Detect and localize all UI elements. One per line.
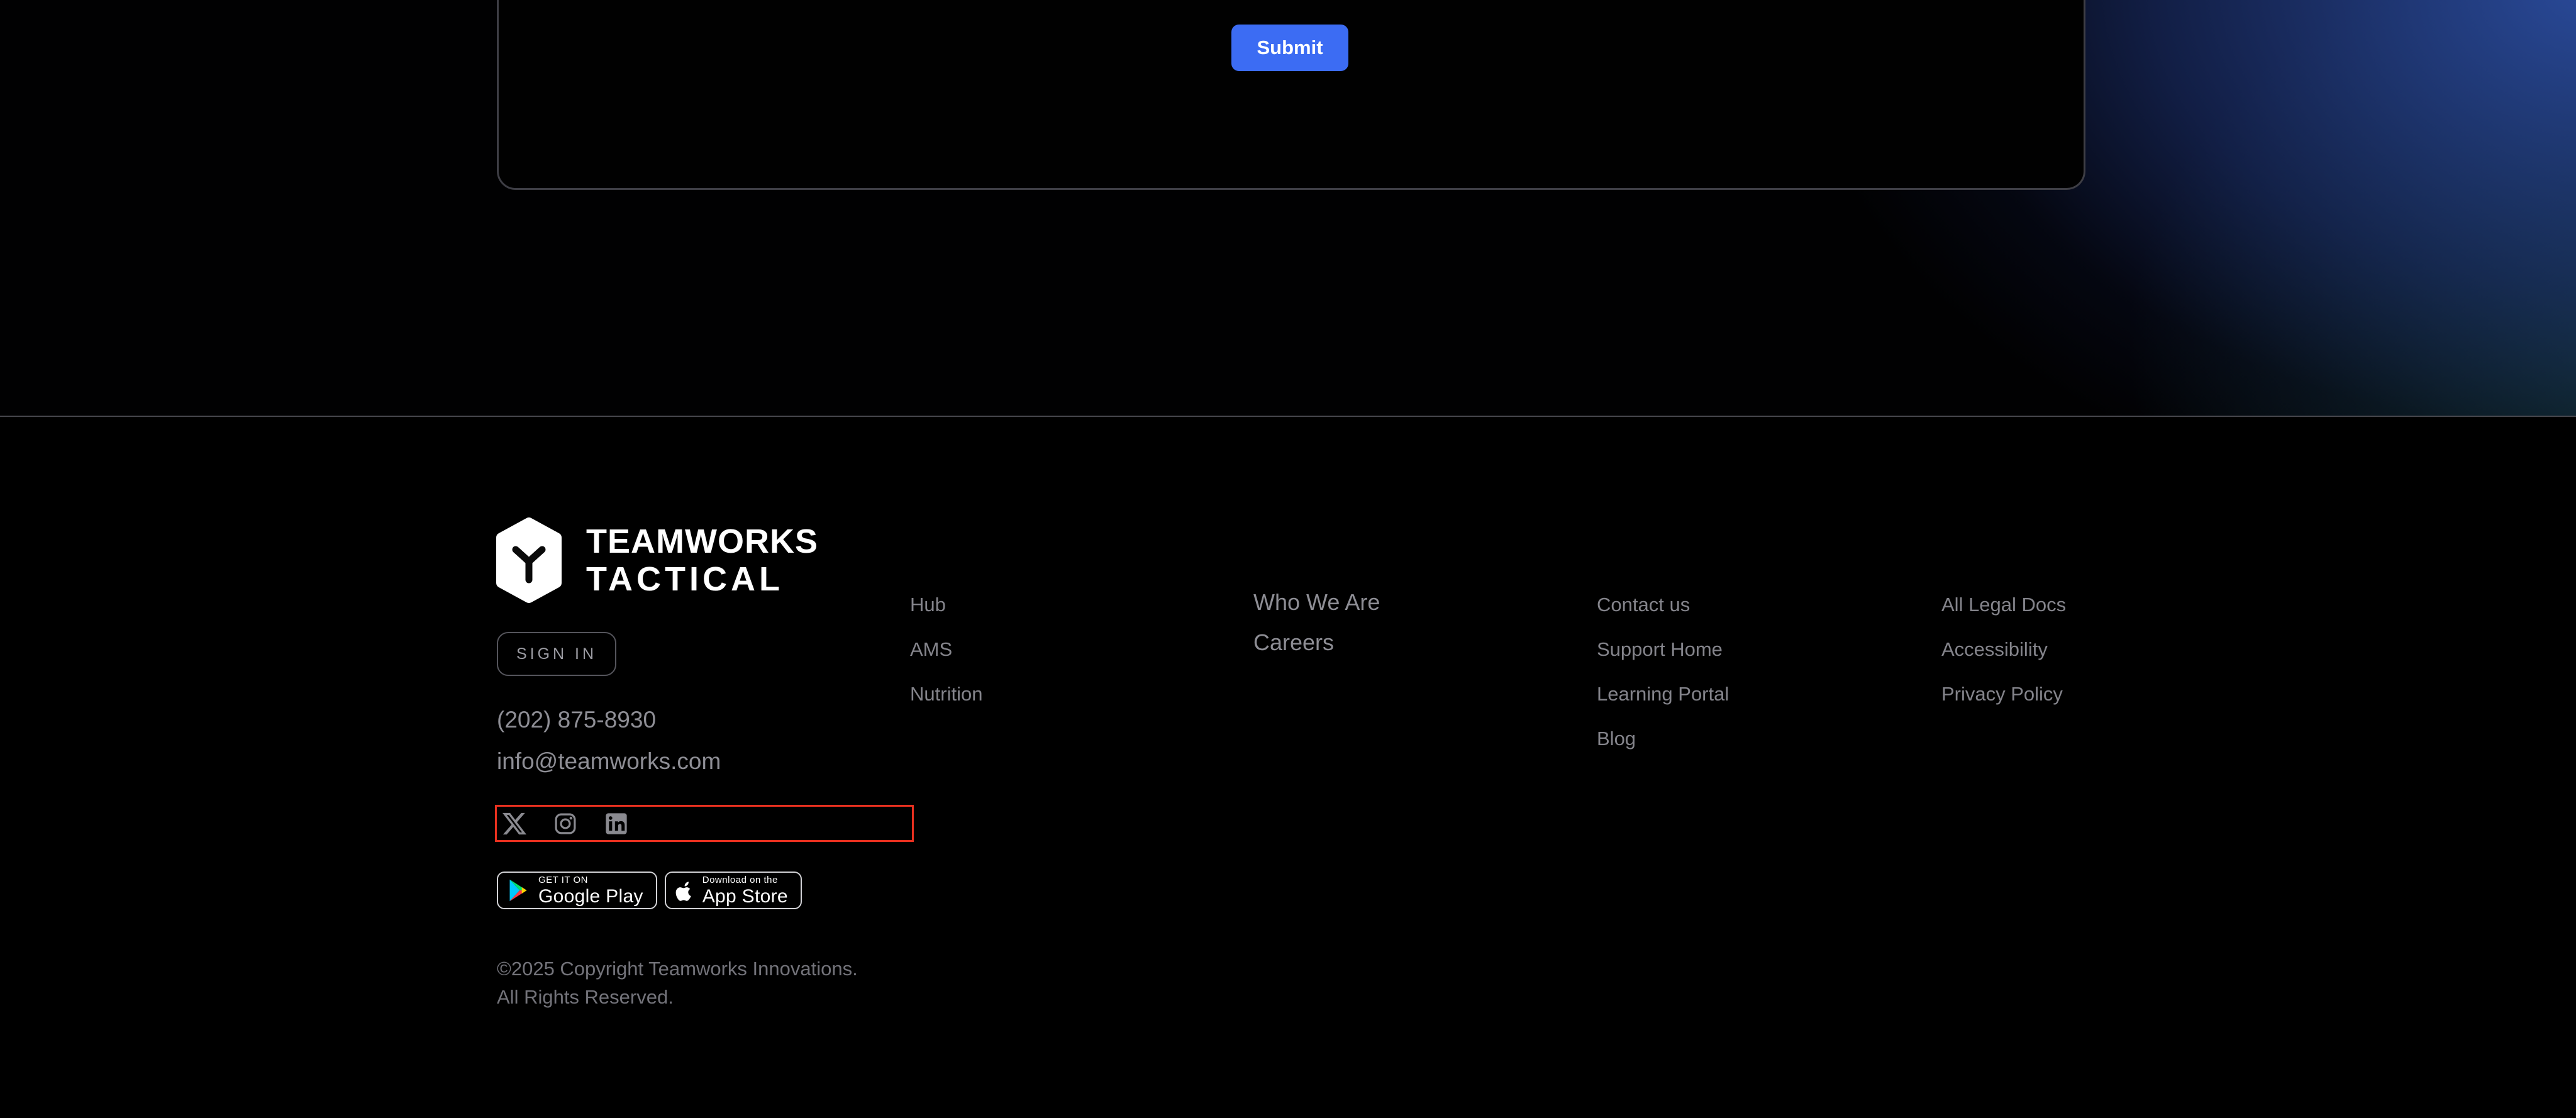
instagram-icon[interactable] <box>553 812 577 836</box>
footer-link-accessibility[interactable]: Accessibility <box>1941 639 2066 659</box>
footer-nav-company: Who We Are Careers <box>1253 590 1380 671</box>
email-link[interactable]: info@teamworks.com <box>497 749 721 774</box>
footer-link-all-legal-docs[interactable]: All Legal Docs <box>1941 595 2066 614</box>
app-store-badge[interactable]: Download on the App Store <box>664 872 802 909</box>
footer-link-who-we-are[interactable]: Who We Are <box>1253 590 1380 614</box>
copyright-line2: All Rights Reserved. <box>497 986 674 1008</box>
app-store-store-name: App Store <box>702 885 788 907</box>
footer-link-nutrition[interactable]: Nutrition <box>910 684 982 704</box>
teamworks-hexagon-icon <box>496 517 562 603</box>
google-play-badge-text: GET IT ON Google Play <box>538 875 643 906</box>
app-store-tagline: Download on the <box>702 874 778 885</box>
footer-link-learning-portal[interactable]: Learning Portal <box>1597 684 1729 704</box>
copyright-notice: ©2025 Copyright Teamworks Innovations. A… <box>497 955 858 1011</box>
phone-link[interactable]: (202) 875-8930 <box>497 707 656 733</box>
footer: TEAMWORKS TACTICAL SIGN IN (202) 875-893… <box>0 416 2576 1118</box>
sign-in-button[interactable]: SIGN IN <box>497 632 616 676</box>
footer-link-privacy-policy[interactable]: Privacy Policy <box>1941 684 2066 704</box>
app-store-badge-text: Download on the App Store <box>702 875 788 906</box>
footer-link-ams[interactable]: AMS <box>910 639 982 659</box>
copyright-line1: ©2025 Copyright Teamworks Innovations. <box>497 958 858 980</box>
footer-nav-products: Hub AMS Nutrition <box>910 595 982 729</box>
apple-icon <box>675 882 691 901</box>
brand-logo[interactable]: TEAMWORKS TACTICAL <box>494 516 818 604</box>
footer-link-contact-us[interactable]: Contact us <box>1597 595 1729 614</box>
submit-button[interactable]: Submit <box>1231 25 1348 71</box>
google-play-store-name: Google Play <box>538 885 643 907</box>
linkedin-icon[interactable] <box>604 812 628 836</box>
footer-link-support-home[interactable]: Support Home <box>1597 639 1729 659</box>
brand-name-line1: TEAMWORKS <box>586 523 818 560</box>
google-play-badge[interactable]: GET IT ON Google Play <box>497 872 657 909</box>
footer-link-careers[interactable]: Careers <box>1253 631 1380 654</box>
footer-link-blog[interactable]: Blog <box>1597 729 1729 748</box>
contact-section: Submit <box>0 0 2576 416</box>
brand-name-line2: TACTICAL <box>586 560 784 598</box>
social-links-highlight-box <box>495 805 914 842</box>
google-play-icon <box>509 879 527 902</box>
contact-form-card: Submit <box>497 0 2085 190</box>
google-play-tagline: GET IT ON <box>538 874 588 885</box>
footer-link-hub[interactable]: Hub <box>910 595 982 614</box>
footer-nav-support: Contact us Support Home Learning Portal … <box>1597 595 1729 773</box>
brand-wordmark: TEAMWORKS TACTICAL <box>586 523 818 598</box>
app-store-badges: GET IT ON Google Play Download on the Ap… <box>497 872 802 909</box>
footer-nav-legal: All Legal Docs Accessibility Privacy Pol… <box>1941 595 2066 729</box>
x-icon[interactable] <box>502 812 526 836</box>
